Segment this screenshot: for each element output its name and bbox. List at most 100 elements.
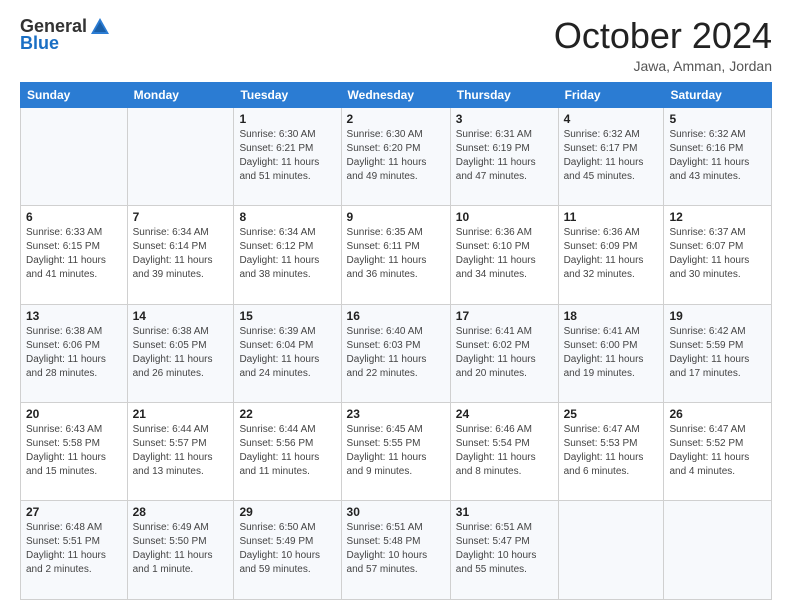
day-number: 22 (239, 407, 335, 421)
month-title: October 2024 (554, 16, 772, 56)
col-monday: Monday (127, 82, 234, 107)
day-number: 20 (26, 407, 122, 421)
day-cell: 30 Sunrise: 6:51 AM Sunset: 5:48 PM Dayli… (341, 501, 450, 600)
col-tuesday: Tuesday (234, 82, 341, 107)
day-cell: 13Sunrise: 6:38 AM Sunset: 6:06 PM Dayli… (21, 304, 128, 402)
logo: General Blue (20, 16, 111, 54)
day-cell: 16 Sunrise: 6:40 AM Sunset: 6:03 PM Dayli… (341, 304, 450, 402)
day-cell: 24 Sunrise: 6:46 AM Sunset: 5:54 PM Dayli… (450, 403, 558, 501)
day-cell (558, 501, 664, 600)
calendar-table: Sunday Monday Tuesday Wednesday Thursday… (20, 82, 772, 600)
day-info: Sunrise: 6:34 AM Sunset: 6:12 PM Dayligh… (239, 226, 335, 282)
day-cell: 27Sunrise: 6:48 AM Sunset: 5:51 PM Dayli… (21, 501, 128, 600)
day-number: 10 (456, 210, 553, 224)
day-number: 29 (239, 505, 335, 519)
col-wednesday: Wednesday (341, 82, 450, 107)
col-thursday: Thursday (450, 82, 558, 107)
day-number: 18 (564, 309, 659, 323)
day-info: Sunrise: 6:44 AM Sunset: 5:56 PM Dayligh… (239, 423, 335, 479)
week-row-0: 1 Sunrise: 6:30 AM Sunset: 6:21 PM Daylig… (21, 107, 772, 205)
day-cell: 29 Sunrise: 6:50 AM Sunset: 5:49 PM Dayli… (234, 501, 341, 600)
day-number: 31 (456, 505, 553, 519)
day-info: Sunrise: 6:31 AM Sunset: 6:19 PM Dayligh… (456, 128, 553, 184)
day-cell: 22 Sunrise: 6:44 AM Sunset: 5:56 PM Dayli… (234, 403, 341, 501)
calendar-header: Sunday Monday Tuesday Wednesday Thursday… (21, 82, 772, 107)
col-sunday: Sunday (21, 82, 128, 107)
day-info: Sunrise: 6:46 AM Sunset: 5:54 PM Dayligh… (456, 423, 553, 479)
day-cell: 5 Sunrise: 6:32 AM Sunset: 6:16 PM Daylig… (664, 107, 772, 205)
day-info: Sunrise: 6:47 AM Sunset: 5:52 PM Dayligh… (669, 423, 766, 479)
day-info: Sunrise: 6:38 AM Sunset: 6:06 PM Dayligh… (26, 325, 122, 381)
day-number: 16 (347, 309, 445, 323)
day-info: Sunrise: 6:44 AM Sunset: 5:57 PM Dayligh… (133, 423, 229, 479)
day-cell: 18 Sunrise: 6:41 AM Sunset: 6:00 PM Dayli… (558, 304, 664, 402)
day-cell (664, 501, 772, 600)
day-info: Sunrise: 6:47 AM Sunset: 5:53 PM Dayligh… (564, 423, 659, 479)
day-cell: 28 Sunrise: 6:49 AM Sunset: 5:50 PM Dayli… (127, 501, 234, 600)
day-info: Sunrise: 6:42 AM Sunset: 5:59 PM Dayligh… (669, 325, 766, 381)
day-info: Sunrise: 6:41 AM Sunset: 6:02 PM Dayligh… (456, 325, 553, 381)
day-info: Sunrise: 6:49 AM Sunset: 5:50 PM Dayligh… (133, 521, 229, 577)
day-number: 5 (669, 112, 766, 126)
day-number: 24 (456, 407, 553, 421)
day-number: 30 (347, 505, 445, 519)
day-info: Sunrise: 6:51 AM Sunset: 5:47 PM Dayligh… (456, 521, 553, 577)
logo-blue: Blue (20, 34, 59, 54)
day-number: 11 (564, 210, 659, 224)
day-number: 12 (669, 210, 766, 224)
day-info: Sunrise: 6:33 AM Sunset: 6:15 PM Dayligh… (26, 226, 122, 282)
day-number: 6 (26, 210, 122, 224)
day-cell: 2Sunrise: 6:30 AM Sunset: 6:20 PM Daylig… (341, 107, 450, 205)
day-cell (127, 107, 234, 205)
day-cell: 4 Sunrise: 6:32 AM Sunset: 6:17 PM Daylig… (558, 107, 664, 205)
day-info: Sunrise: 6:41 AM Sunset: 6:00 PM Dayligh… (564, 325, 659, 381)
week-row-2: 13Sunrise: 6:38 AM Sunset: 6:06 PM Dayli… (21, 304, 772, 402)
day-number: 21 (133, 407, 229, 421)
col-saturday: Saturday (664, 82, 772, 107)
day-number: 15 (239, 309, 335, 323)
day-cell: 10 Sunrise: 6:36 AM Sunset: 6:10 PM Dayli… (450, 206, 558, 304)
day-number: 8 (239, 210, 335, 224)
day-number: 23 (347, 407, 445, 421)
day-info: Sunrise: 6:36 AM Sunset: 6:10 PM Dayligh… (456, 226, 553, 282)
day-number: 26 (669, 407, 766, 421)
day-number: 4 (564, 112, 659, 126)
day-number: 28 (133, 505, 229, 519)
day-cell: 1 Sunrise: 6:30 AM Sunset: 6:21 PM Daylig… (234, 107, 341, 205)
week-row-4: 27Sunrise: 6:48 AM Sunset: 5:51 PM Dayli… (21, 501, 772, 600)
day-info: Sunrise: 6:32 AM Sunset: 6:17 PM Dayligh… (564, 128, 659, 184)
day-info: Sunrise: 6:40 AM Sunset: 6:03 PM Dayligh… (347, 325, 445, 381)
day-info: Sunrise: 6:35 AM Sunset: 6:11 PM Dayligh… (347, 226, 445, 282)
day-info: Sunrise: 6:51 AM Sunset: 5:48 PM Dayligh… (347, 521, 445, 577)
page: General Blue October 2024 Jawa, Amman, J… (0, 0, 792, 612)
day-cell: 11 Sunrise: 6:36 AM Sunset: 6:09 PM Dayli… (558, 206, 664, 304)
day-cell: 15Sunrise: 6:39 AM Sunset: 6:04 PM Dayli… (234, 304, 341, 402)
day-cell: 7Sunrise: 6:34 AM Sunset: 6:14 PM Daylig… (127, 206, 234, 304)
day-info: Sunrise: 6:30 AM Sunset: 6:21 PM Dayligh… (239, 128, 335, 184)
day-info: Sunrise: 6:38 AM Sunset: 6:05 PM Dayligh… (133, 325, 229, 381)
day-number: 19 (669, 309, 766, 323)
day-info: Sunrise: 6:50 AM Sunset: 5:49 PM Dayligh… (239, 521, 335, 577)
day-cell: 17 Sunrise: 6:41 AM Sunset: 6:02 PM Dayli… (450, 304, 558, 402)
day-number: 3 (456, 112, 553, 126)
day-info: Sunrise: 6:30 AM Sunset: 6:20 PM Dayligh… (347, 128, 445, 184)
day-number: 25 (564, 407, 659, 421)
day-number: 1 (239, 112, 335, 126)
day-cell: 31 Sunrise: 6:51 AM Sunset: 5:47 PM Dayli… (450, 501, 558, 600)
header: General Blue October 2024 Jawa, Amman, J… (20, 16, 772, 74)
day-info: Sunrise: 6:36 AM Sunset: 6:09 PM Dayligh… (564, 226, 659, 282)
day-number: 9 (347, 210, 445, 224)
day-cell: 6 Sunrise: 6:33 AM Sunset: 6:15 PM Daylig… (21, 206, 128, 304)
title-block: October 2024 Jawa, Amman, Jordan (554, 16, 772, 74)
day-cell: 3 Sunrise: 6:31 AM Sunset: 6:19 PM Daylig… (450, 107, 558, 205)
day-cell: 23Sunrise: 6:45 AM Sunset: 5:55 PM Dayli… (341, 403, 450, 501)
day-cell: 20Sunrise: 6:43 AM Sunset: 5:58 PM Dayli… (21, 403, 128, 501)
day-cell: 12Sunrise: 6:37 AM Sunset: 6:07 PM Dayli… (664, 206, 772, 304)
week-row-1: 6 Sunrise: 6:33 AM Sunset: 6:15 PM Daylig… (21, 206, 772, 304)
day-info: Sunrise: 6:32 AM Sunset: 6:16 PM Dayligh… (669, 128, 766, 184)
day-cell: 19 Sunrise: 6:42 AM Sunset: 5:59 PM Dayli… (664, 304, 772, 402)
day-number: 17 (456, 309, 553, 323)
day-cell: 21 Sunrise: 6:44 AM Sunset: 5:57 PM Dayli… (127, 403, 234, 501)
day-cell: 25 Sunrise: 6:47 AM Sunset: 5:53 PM Dayli… (558, 403, 664, 501)
day-cell (21, 107, 128, 205)
